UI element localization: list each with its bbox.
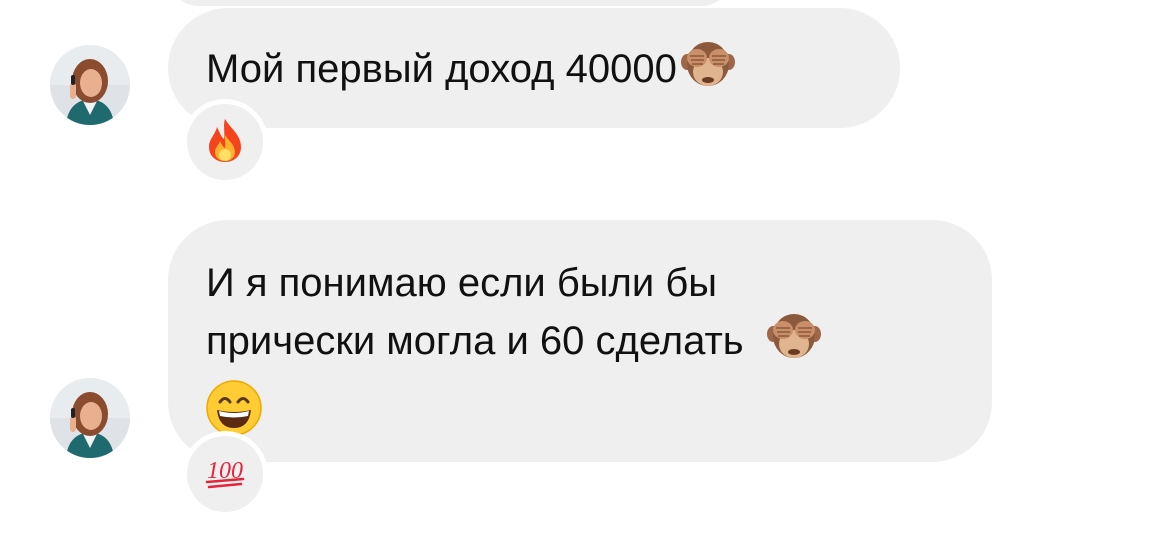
message-bubble[interactable]: Мой первый доход 40000: [168, 8, 900, 128]
hundred-points-icon: 100: [203, 452, 247, 497]
sender-avatar[interactable]: [50, 378, 130, 458]
fire-icon: [205, 117, 245, 168]
previous-message-bubble-edge: [170, 0, 730, 6]
message-bubble[interactable]: И я понимаю если были бы прически могла …: [168, 220, 992, 462]
message-reaction[interactable]: 100: [182, 431, 268, 517]
message-reaction[interactable]: [182, 99, 268, 185]
message-text-line: прически могла и 60 сделать: [206, 319, 744, 363]
message-text-line: И я понимаю если были бы: [206, 261, 717, 305]
message-text: Мой первый доход 40000: [206, 47, 677, 91]
see-no-evil-monkey-icon: [766, 312, 821, 380]
see-no-evil-monkey-icon: [680, 40, 735, 108]
sender-avatar[interactable]: [50, 45, 130, 125]
